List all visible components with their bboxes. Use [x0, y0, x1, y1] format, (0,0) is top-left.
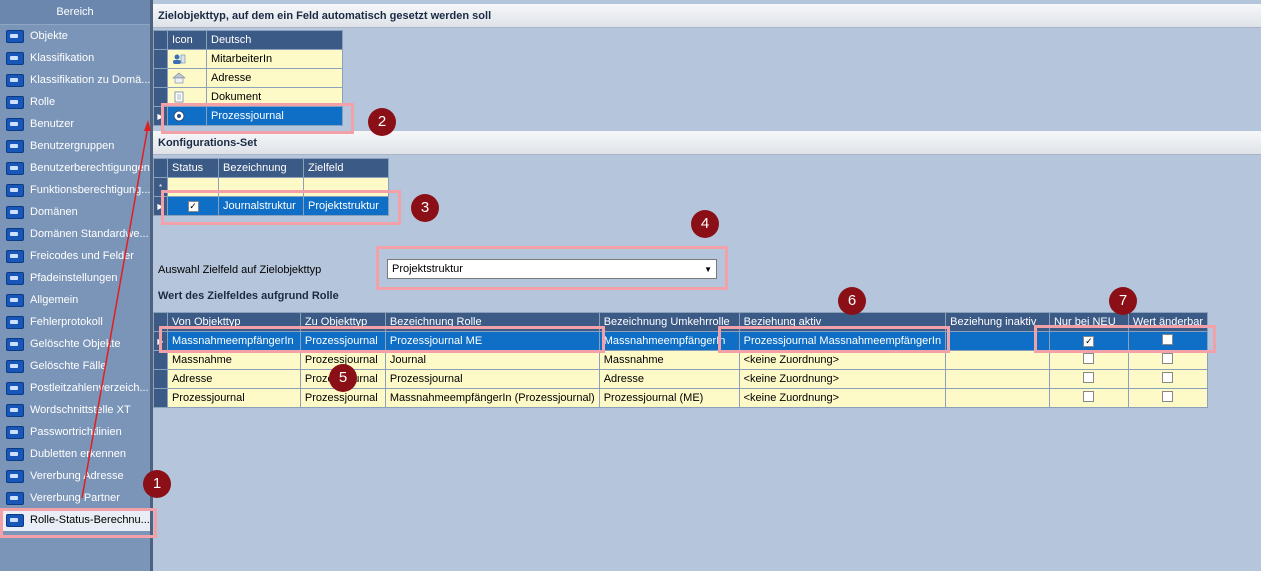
annotation-badge-5: 5	[329, 364, 357, 392]
annotation-badge-3: 3	[411, 194, 439, 222]
annotation-badge-7: 7	[1109, 287, 1137, 315]
annotation-badge-1: 1	[143, 470, 171, 498]
annotation-badge-4: 4	[691, 210, 719, 238]
annotation-badge-6: 6	[838, 287, 866, 315]
annotation-arrow-layer	[81, 120, 151, 499]
annotation-badge-2: 2	[368, 108, 396, 136]
annotation-arrow	[81, 125, 149, 499]
arrow-head-icon	[144, 120, 151, 131]
